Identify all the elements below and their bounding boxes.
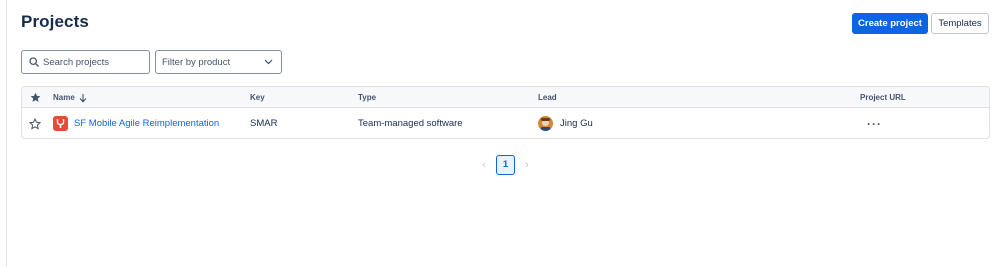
project-lead-name: Jing Gu xyxy=(560,118,593,129)
column-header-lead[interactable]: Lead xyxy=(538,87,557,108)
column-header-key[interactable]: Key xyxy=(250,87,265,108)
project-lead-cell[interactable]: Jing Gu xyxy=(538,108,593,138)
project-key: SMAR xyxy=(250,118,278,129)
column-header-name-label: Name xyxy=(53,93,75,102)
product-filter-label: Filter by product xyxy=(162,56,231,68)
create-project-button[interactable]: Create project xyxy=(852,13,928,34)
table-row: SF Mobile Agile Reimplementation SMAR Te… xyxy=(22,108,989,138)
chevron-right-icon[interactable]: › xyxy=(520,154,534,175)
page-title: Projects xyxy=(21,12,89,31)
left-divider xyxy=(6,0,7,267)
avatar xyxy=(538,116,553,131)
more-icon: ··· xyxy=(867,116,882,131)
page-button-current[interactable]: 1 xyxy=(496,154,515,175)
search-field[interactable] xyxy=(21,50,150,74)
more-actions-button[interactable]: ··· xyxy=(867,108,882,138)
column-header-type[interactable]: Type xyxy=(358,87,376,108)
projects-table: Name Key Type Lead Project URL SF Mobile… xyxy=(21,86,990,139)
arrow-down-icon xyxy=(79,93,87,103)
product-filter-select[interactable]: Filter by product xyxy=(155,50,282,74)
project-name-link[interactable]: SF Mobile Agile Reimplementation xyxy=(74,118,219,129)
templates-button[interactable]: Templates xyxy=(931,13,989,34)
project-type: Team-managed software xyxy=(358,118,463,129)
project-avatar-icon xyxy=(53,116,68,131)
column-header-project-url: Project URL xyxy=(860,93,906,102)
chevron-down-icon xyxy=(264,57,273,68)
table-header: Name Key Type Lead Project URL xyxy=(22,87,989,108)
pagination: ‹ 1 › xyxy=(477,154,534,175)
search-input[interactable] xyxy=(43,56,143,68)
star-icon[interactable] xyxy=(29,108,41,138)
chevron-left-icon[interactable]: ‹ xyxy=(477,154,491,175)
column-header-name[interactable]: Name xyxy=(53,87,87,108)
starred-column-star-icon[interactable] xyxy=(30,87,41,108)
search-icon xyxy=(28,57,39,68)
project-name-cell[interactable]: SF Mobile Agile Reimplementation xyxy=(53,108,219,138)
